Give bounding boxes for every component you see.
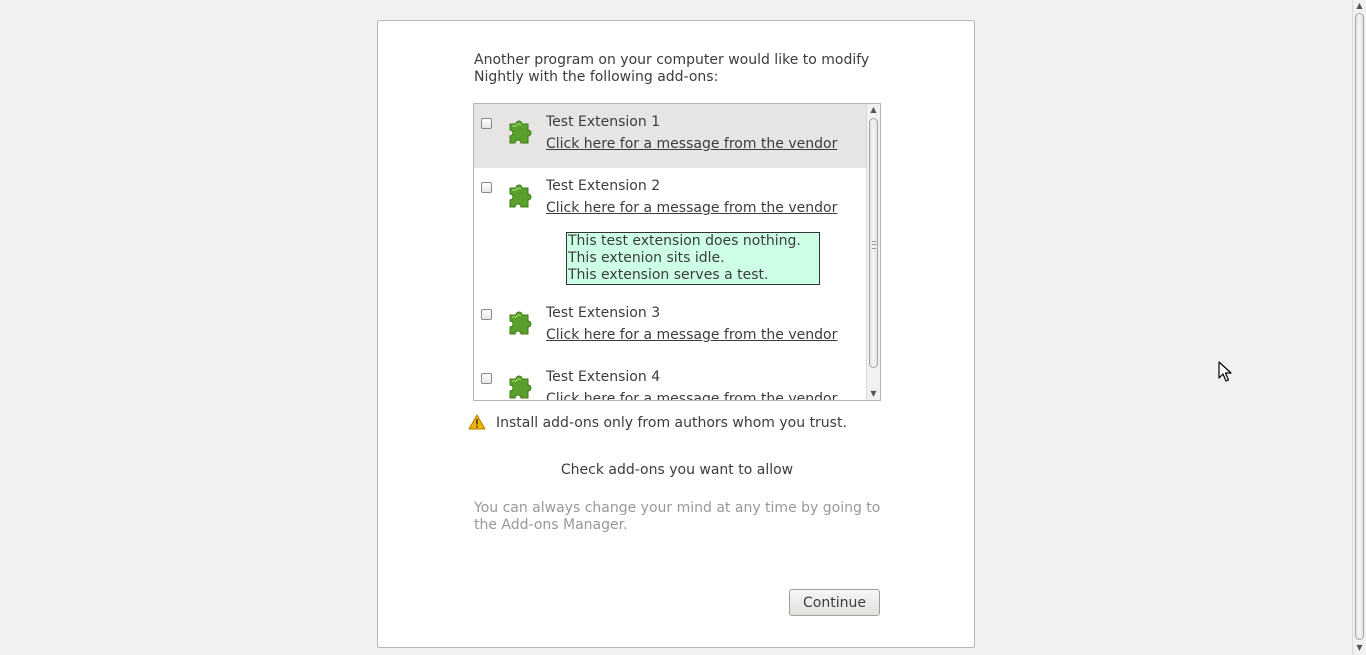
continue-button[interactable]: Continue bbox=[789, 589, 880, 616]
addon-list[interactable]: Test Extension 1 Click here for a messag… bbox=[473, 103, 881, 401]
puzzle-piece-icon bbox=[509, 184, 532, 208]
page-scrollbar[interactable]: ▲ ▼ bbox=[1352, 0, 1366, 655]
mouse-cursor-icon bbox=[1218, 361, 1232, 382]
page-scroll-thumb[interactable] bbox=[1355, 13, 1364, 640]
puzzle-piece-icon bbox=[509, 120, 532, 144]
addon-name: Test Extension 2 bbox=[546, 178, 661, 194]
addon-list-item[interactable]: Test Extension 1 Click here for a messag… bbox=[474, 104, 867, 168]
vendor-message-link[interactable]: Click here for a message from the vendor bbox=[546, 327, 837, 344]
scroll-down-arrow-icon[interactable]: ▼ bbox=[1353, 642, 1366, 654]
vendor-message-link[interactable]: Click here for a message from the vendor bbox=[546, 391, 837, 400]
scroll-up-arrow-icon[interactable]: ▲ bbox=[867, 104, 880, 116]
puzzle-piece-icon bbox=[509, 375, 532, 399]
vendor-message-line: This extension serves a test. bbox=[568, 267, 769, 283]
addon-list-item[interactable]: Test Extension 3 Click here for a messag… bbox=[474, 295, 867, 359]
addon-list-item[interactable]: Test Extension 2 Click here for a messag… bbox=[474, 168, 867, 232]
vendor-message-line: This extenion sits idle. bbox=[568, 250, 725, 266]
warning-text: Install add-ons only from authors whom y… bbox=[496, 415, 847, 431]
vendor-message-line: This test extension does nothing. bbox=[568, 233, 801, 249]
vendor-message-link[interactable]: Click here for a message from the vendor bbox=[546, 136, 837, 153]
puzzle-piece-icon bbox=[509, 311, 532, 335]
vendor-message-link[interactable]: Click here for a message from the vendor bbox=[546, 200, 837, 217]
addon-checkbox[interactable] bbox=[481, 118, 492, 129]
addon-name: Test Extension 3 bbox=[546, 305, 661, 321]
grip-icon bbox=[872, 241, 876, 249]
warning-icon bbox=[468, 414, 486, 430]
scroll-thumb[interactable] bbox=[869, 118, 878, 368]
vendor-message-box: This test extension does nothing. This e… bbox=[566, 232, 820, 285]
addon-install-dialog: Another program on your computer would l… bbox=[377, 20, 975, 648]
addons-manager-note: You can always change your mind at any t… bbox=[474, 500, 881, 533]
addon-list-scrollbar[interactable]: ▲ ▼ bbox=[866, 104, 880, 400]
addon-checkbox[interactable] bbox=[481, 309, 492, 320]
scroll-down-arrow-icon[interactable]: ▼ bbox=[867, 388, 880, 400]
addon-list-item[interactable]: Test Extension 4 Click here for a messag… bbox=[474, 359, 867, 400]
check-addons-label: Check add-ons you want to allow bbox=[560, 462, 794, 478]
addon-name: Test Extension 4 bbox=[546, 369, 661, 385]
intro-text: Another program on your computer would l… bbox=[474, 52, 870, 85]
page: Another program on your computer would l… bbox=[0, 0, 1366, 655]
scroll-up-arrow-icon[interactable]: ▲ bbox=[1353, 0, 1366, 12]
addon-name: Test Extension 1 bbox=[546, 114, 661, 130]
addon-checkbox[interactable] bbox=[481, 373, 492, 384]
addon-checkbox[interactable] bbox=[481, 182, 492, 193]
